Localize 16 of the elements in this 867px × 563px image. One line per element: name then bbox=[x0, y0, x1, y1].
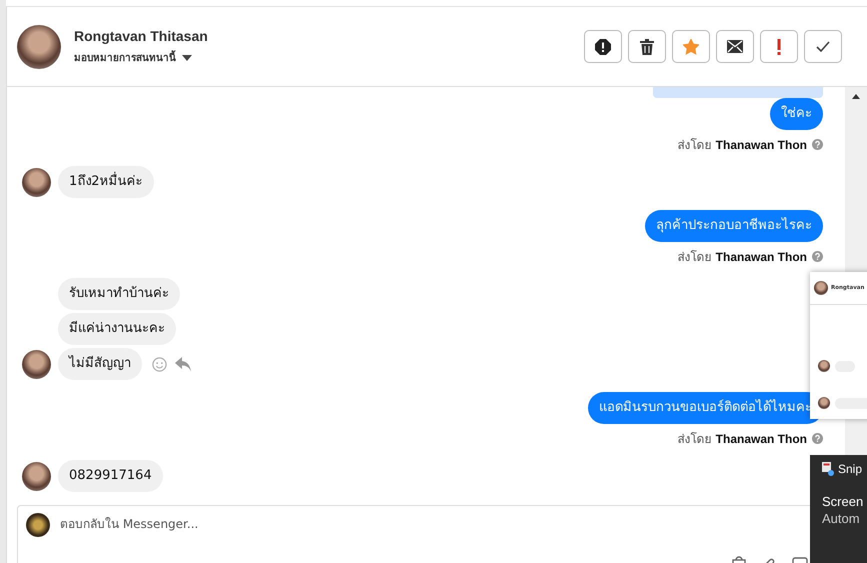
app-name: Snip bbox=[838, 462, 862, 476]
sender-name: Thanawan Thon bbox=[716, 432, 807, 446]
message-bubble: 0829917164 bbox=[58, 460, 163, 492]
message-bubble: รับเหมาทำบ้านค่ะ bbox=[58, 278, 180, 310]
message-bubble: ใช่คะ bbox=[770, 98, 823, 130]
sent-by-label: ส่งโดย bbox=[678, 431, 712, 448]
sent-by-label: ส่งโดย bbox=[678, 249, 712, 266]
message-bubble: ไม่มีสัญญา bbox=[58, 348, 142, 380]
sender-name: Thanawan Thon bbox=[716, 138, 807, 152]
message-bubble: มีแค่น่างานนะคะ bbox=[58, 313, 176, 345]
message-bubble: 1ถึง2หมื่นค่ะ bbox=[58, 166, 154, 198]
contact-name: Rongtavan Thitasan bbox=[74, 28, 208, 44]
notification-text: Autom bbox=[822, 511, 861, 526]
sender-name: Thanawan Thon bbox=[716, 250, 807, 264]
message-bubble: ลุกค้าประกอบอาชีพอะไรคะ bbox=[645, 210, 823, 242]
sent-by-label: ส่งโดย bbox=[678, 137, 712, 154]
